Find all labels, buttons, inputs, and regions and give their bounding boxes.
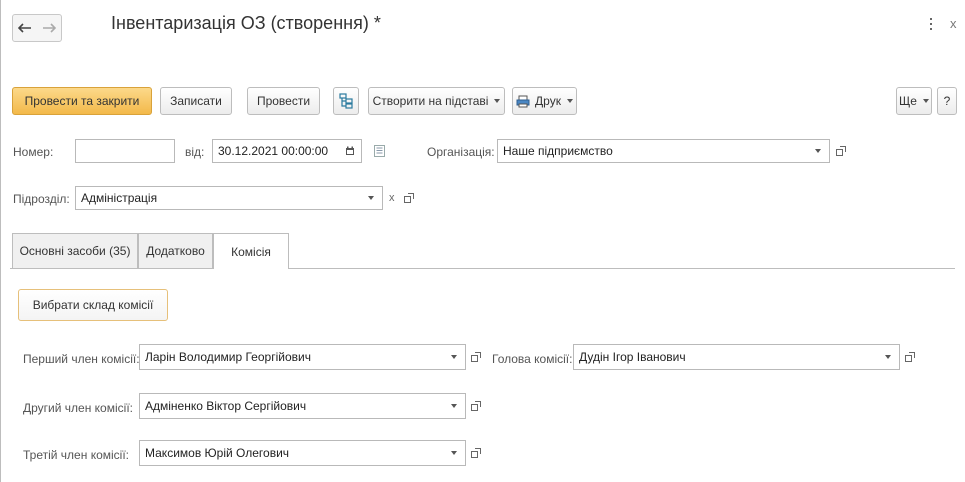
post-and-close-button[interactable]: Провести та закрити <box>12 87 152 115</box>
dropdown-icon[interactable] <box>879 345 897 369</box>
open-link-icon[interactable] <box>468 442 484 464</box>
open-link-icon[interactable] <box>401 187 417 209</box>
number-label: Номер: <box>13 145 54 159</box>
dropdown-icon[interactable] <box>362 187 380 209</box>
department-label: Підрозділ: <box>13 192 70 206</box>
date-field[interactable]: 30.12.2021 00:00:00 <box>212 139 362 163</box>
chair-field[interactable]: Дудін Ігор Іванович <box>573 344 900 370</box>
tab-fixed-assets[interactable]: Основні засоби (35) <box>12 233 138 268</box>
dropdown-icon[interactable] <box>445 394 463 418</box>
member1-label: Перший член комісії: <box>23 352 140 366</box>
dropdown-icon[interactable] <box>445 441 463 465</box>
organization-label: Організація: <box>427 145 495 159</box>
open-link-icon[interactable] <box>468 346 484 368</box>
structure-icon[interactable] <box>333 87 359 115</box>
forward-arrow-icon[interactable] <box>37 15 61 41</box>
more-button[interactable]: Ще <box>896 87 932 115</box>
date-label: від: <box>185 145 205 159</box>
close-icon[interactable]: x <box>950 16 957 31</box>
member1-field[interactable]: Ларін Володимир Георгійович <box>139 344 466 370</box>
member2-field[interactable]: Адміненко Віктор Сергійович <box>139 393 466 419</box>
window-menu-icon[interactable] <box>926 14 936 34</box>
member2-label: Другий член комісії: <box>23 401 133 415</box>
printer-icon <box>516 95 530 107</box>
tab-commission[interactable]: Комісія <box>213 233 289 269</box>
open-link-icon[interactable] <box>902 346 918 368</box>
open-link-icon[interactable] <box>468 395 484 417</box>
page-title: Інвентаризація ОЗ (створення) * <box>111 13 381 33</box>
dropdown-icon[interactable] <box>809 140 827 162</box>
post-button[interactable]: Провести <box>247 87 320 115</box>
select-commission-button[interactable]: Вибрати склад комісії <box>18 289 168 321</box>
print-button[interactable]: Друк <box>512 87 577 115</box>
organization-field[interactable]: Наше підприємство <box>497 139 830 163</box>
print-label: Друк <box>535 94 561 108</box>
number-field[interactable] <box>75 139 175 163</box>
more-label: Ще <box>899 94 917 108</box>
member3-label: Третій член комісії: <box>23 448 130 462</box>
dropdown-icon[interactable] <box>445 345 463 369</box>
document-list-icon[interactable] <box>371 140 387 162</box>
chair-label: Голова комісії: <box>492 352 573 366</box>
create-based-on-button[interactable]: Створити на підставі <box>368 87 505 115</box>
dropdown-icon <box>494 99 501 103</box>
navigation-buttons <box>12 14 62 42</box>
tab-additional[interactable]: Додатково <box>138 233 213 268</box>
dropdown-icon <box>566 99 573 103</box>
department-field[interactable]: Адміністрація <box>75 186 383 210</box>
member3-field[interactable]: Максимов Юрій Олегович <box>139 440 466 466</box>
help-button[interactable]: ? <box>937 87 957 115</box>
title-bar: Інвентаризація ОЗ (створення) * x <box>0 0 965 56</box>
tabs-divider <box>10 268 955 269</box>
window-frame <box>0 0 1 482</box>
create-based-on-label: Створити на підставі <box>372 94 489 108</box>
calendar-icon[interactable] <box>341 140 359 162</box>
dropdown-icon <box>922 99 929 103</box>
clear-icon[interactable]: x <box>389 192 395 204</box>
save-button[interactable]: Записати <box>160 87 232 115</box>
open-link-icon[interactable] <box>833 140 849 162</box>
back-arrow-icon[interactable] <box>13 15 37 41</box>
